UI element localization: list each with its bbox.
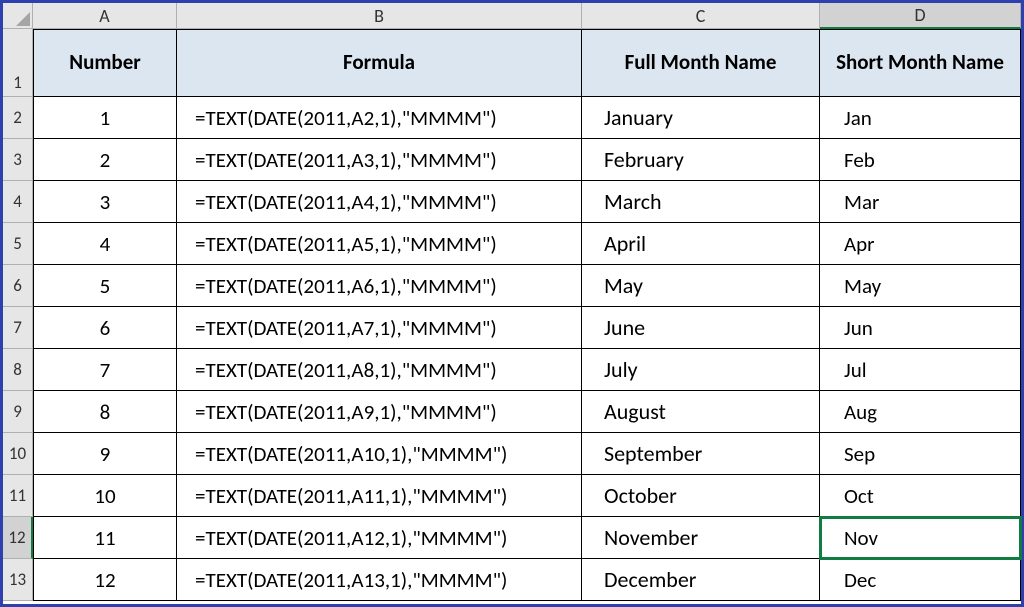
cell-B10[interactable]: =TEXT(DATE(2011,A10,1),"MMMM") <box>177 433 582 475</box>
cell-A3[interactable]: 2 <box>33 139 177 181</box>
cell-D13[interactable]: Dec <box>820 559 1021 601</box>
cell-D6[interactable]: May <box>820 265 1021 307</box>
cell-B8[interactable]: =TEXT(DATE(2011,A8,1),"MMMM") <box>177 349 582 391</box>
cell-D9[interactable]: Aug <box>820 391 1021 433</box>
cell-D12[interactable]: Nov <box>820 517 1021 559</box>
row-header-3[interactable]: 3 <box>3 139 33 181</box>
cell-B3[interactable]: =TEXT(DATE(2011,A3,1),"MMMM") <box>177 139 582 181</box>
cell-C2[interactable]: January <box>582 97 820 139</box>
cell-A7[interactable]: 6 <box>33 307 177 349</box>
cell-D5[interactable]: Apr <box>820 223 1021 265</box>
cell-C10[interactable]: September <box>582 433 820 475</box>
row-header-10[interactable]: 10 <box>3 433 33 475</box>
cell-C3[interactable]: February <box>582 139 820 181</box>
cell-A6[interactable]: 5 <box>33 265 177 307</box>
spreadsheet-grid[interactable]: A B C D 1 Number Formula Full Month Name… <box>3 3 1021 601</box>
cell-C5[interactable]: April <box>582 223 820 265</box>
header-short-month[interactable]: Short Month Name <box>820 29 1021 97</box>
cell-A11[interactable]: 10 <box>33 475 177 517</box>
cell-A5[interactable]: 4 <box>33 223 177 265</box>
col-header-A[interactable]: A <box>33 3 177 29</box>
row-header-7[interactable]: 7 <box>3 307 33 349</box>
cell-B11[interactable]: =TEXT(DATE(2011,A11,1),"MMMM") <box>177 475 582 517</box>
cell-C8[interactable]: July <box>582 349 820 391</box>
cell-A12[interactable]: 11 <box>33 517 177 559</box>
row-header-11[interactable]: 11 <box>3 475 33 517</box>
cell-B6[interactable]: =TEXT(DATE(2011,A6,1),"MMMM") <box>177 265 582 307</box>
cell-C4[interactable]: March <box>582 181 820 223</box>
row-header-13[interactable]: 13 <box>3 559 33 601</box>
cell-A2[interactable]: 1 <box>33 97 177 139</box>
cell-A8[interactable]: 7 <box>33 349 177 391</box>
cell-A13[interactable]: 12 <box>33 559 177 601</box>
cell-D8[interactable]: Jul <box>820 349 1021 391</box>
header-number[interactable]: Number <box>33 29 177 97</box>
cell-B12[interactable]: =TEXT(DATE(2011,A12,1),"MMMM") <box>177 517 582 559</box>
col-header-C[interactable]: C <box>582 3 820 29</box>
col-header-D[interactable]: D <box>820 3 1021 29</box>
cell-C6[interactable]: May <box>582 265 820 307</box>
row-header-5[interactable]: 5 <box>3 223 33 265</box>
cell-B5[interactable]: =TEXT(DATE(2011,A5,1),"MMMM") <box>177 223 582 265</box>
cell-B13[interactable]: =TEXT(DATE(2011,A13,1),"MMMM") <box>177 559 582 601</box>
cell-C13[interactable]: December <box>582 559 820 601</box>
row-header-9[interactable]: 9 <box>3 391 33 433</box>
cell-B9[interactable]: =TEXT(DATE(2011,A9,1),"MMMM") <box>177 391 582 433</box>
cell-A4[interactable]: 3 <box>33 181 177 223</box>
row-header-4[interactable]: 4 <box>3 181 33 223</box>
cell-D10[interactable]: Sep <box>820 433 1021 475</box>
row-header-12[interactable]: 12 <box>3 517 33 559</box>
cell-C7[interactable]: June <box>582 307 820 349</box>
cell-B7[interactable]: =TEXT(DATE(2011,A7,1),"MMMM") <box>177 307 582 349</box>
cell-C9[interactable]: August <box>582 391 820 433</box>
cell-D2[interactable]: Jan <box>820 97 1021 139</box>
cell-B4[interactable]: =TEXT(DATE(2011,A4,1),"MMMM") <box>177 181 582 223</box>
cell-B2[interactable]: =TEXT(DATE(2011,A2,1),"MMMM") <box>177 97 582 139</box>
cell-C12[interactable]: November <box>582 517 820 559</box>
row-header-1[interactable]: 1 <box>3 29 33 97</box>
cell-D4[interactable]: Mar <box>820 181 1021 223</box>
cell-D11[interactable]: Oct <box>820 475 1021 517</box>
row-header-6[interactable]: 6 <box>3 265 33 307</box>
cell-D7[interactable]: Jun <box>820 307 1021 349</box>
cell-C11[interactable]: October <box>582 475 820 517</box>
row-header-2[interactable]: 2 <box>3 97 33 139</box>
row-header-8[interactable]: 8 <box>3 349 33 391</box>
header-full-month[interactable]: Full Month Name <box>582 29 820 97</box>
header-formula[interactable]: Formula <box>177 29 582 97</box>
cell-D3[interactable]: Feb <box>820 139 1021 181</box>
cell-A9[interactable]: 8 <box>33 391 177 433</box>
col-header-B[interactable]: B <box>177 3 582 29</box>
select-all-corner[interactable] <box>3 3 33 29</box>
cell-A10[interactable]: 9 <box>33 433 177 475</box>
